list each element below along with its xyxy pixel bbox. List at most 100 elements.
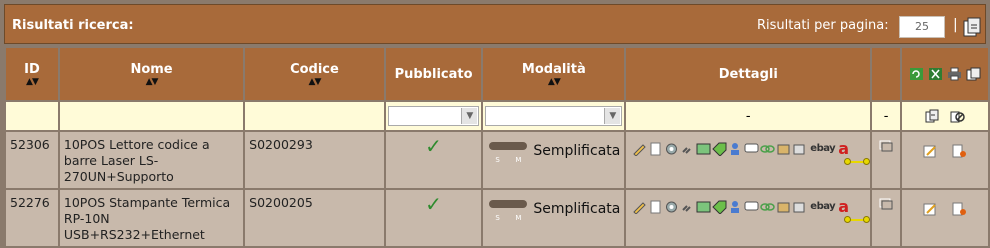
- chain-icon[interactable]: [760, 200, 776, 214]
- row-code: S0200293: [245, 132, 384, 188]
- chevron-down-icon: ▼: [604, 108, 621, 124]
- row-extra: [872, 132, 900, 188]
- export-icon[interactable]: [963, 17, 981, 37]
- column-header-code[interactable]: Codice ▲▼: [245, 48, 384, 100]
- header-separator: |: [953, 17, 958, 33]
- table-row[interactable]: 52306 10POS Lettore codice a barre Laser…: [6, 132, 988, 188]
- column-label: Pubblicato: [394, 66, 473, 82]
- column-label: Codice: [290, 61, 339, 77]
- row-actions: [901, 132, 988, 188]
- delete-icon[interactable]: [952, 202, 967, 216]
- comment-icon[interactable]: [744, 142, 759, 156]
- pencil-icon[interactable]: [632, 142, 647, 156]
- mode-toggle[interactable]: S M: [489, 140, 528, 164]
- box-icon[interactable]: [776, 142, 791, 156]
- column-label: Modalità: [521, 61, 586, 77]
- row-details: ebay a: [626, 132, 871, 188]
- row-actions: [901, 190, 988, 246]
- row-published: ✓: [385, 132, 482, 188]
- image-icon[interactable]: [696, 200, 711, 214]
- amazon-link-indicator: [844, 158, 871, 166]
- puzzle-icon[interactable]: [792, 200, 807, 214]
- row-id: 52276: [6, 190, 58, 246]
- edit-icon[interactable]: [923, 202, 938, 216]
- sort-arrows-icon[interactable]: ▲▼: [483, 77, 624, 87]
- filter-published-cell: ▼: [385, 102, 482, 130]
- published-check-icon: ✓: [425, 134, 442, 158]
- pencil-icon[interactable]: [632, 200, 647, 214]
- row-id: 52306: [6, 132, 58, 188]
- column-label: ID: [24, 61, 40, 77]
- sort-arrows-icon[interactable]: ▲▼: [60, 77, 243, 87]
- column-header-blank: [872, 48, 900, 100]
- column-header-details: Dettagli: [626, 48, 871, 100]
- ebay-icon[interactable]: ebay: [810, 141, 835, 157]
- row-name: 10POS Lettore codice a barre Laser LS-27…: [59, 132, 244, 188]
- table-header-row: ID ▲▼ Nome ▲▼ Codice ▲▼ Pubblicato Modal…: [6, 48, 988, 100]
- column-label: Dettagli: [718, 66, 778, 82]
- chain-icon[interactable]: [760, 142, 776, 156]
- results-title: Risultati ricerca:: [12, 18, 134, 33]
- clear-filter-icon[interactable]: [950, 109, 965, 123]
- sort-arrows-icon[interactable]: ▲▼: [6, 77, 58, 87]
- filter-mode-cell: ▼: [483, 102, 625, 130]
- puzzle-icon[interactable]: [792, 142, 807, 156]
- print-icon[interactable]: [947, 67, 962, 81]
- row-mode: S M Semplificata: [483, 132, 625, 188]
- amazon-icon[interactable]: a: [838, 141, 849, 157]
- filter-details-cell: -: [626, 102, 871, 130]
- delete-icon[interactable]: [952, 144, 967, 158]
- filter-mode-select[interactable]: ▼: [485, 106, 623, 126]
- table-row[interactable]: 52276 10POS Stampante Termica RP-10N USB…: [6, 190, 988, 246]
- filter-id-input[interactable]: [6, 102, 58, 130]
- search-filter-icon[interactable]: [925, 109, 940, 123]
- column-header-mode[interactable]: Modalità ▲▼: [483, 48, 625, 100]
- filter-published-select[interactable]: ▼: [387, 106, 480, 126]
- image-icon[interactable]: [696, 142, 711, 156]
- duplicate-icon[interactable]: [879, 140, 893, 152]
- document-icon[interactable]: [648, 142, 663, 156]
- column-header-actions: [901, 48, 988, 100]
- search-results-panel: Risultati ricerca: Risultati per pagina:…: [0, 0, 990, 248]
- filter-extra-cell: -: [872, 102, 900, 130]
- comment-icon[interactable]: [744, 200, 759, 214]
- chevron-down-icon: ▼: [461, 108, 478, 124]
- filter-name-input[interactable]: [59, 102, 244, 130]
- results-per-page-label: Risultati per pagina:: [757, 18, 889, 33]
- toggle-label-right: M: [515, 156, 522, 164]
- row-details: ebay a: [626, 190, 871, 246]
- column-header-published: Pubblicato: [385, 48, 482, 100]
- column-header-id[interactable]: ID ▲▼: [6, 48, 58, 100]
- results-per-page-input[interactable]: 25: [899, 16, 945, 38]
- ebay-icon[interactable]: ebay: [810, 199, 835, 215]
- gear-icon[interactable]: [664, 142, 679, 156]
- row-published: ✓: [385, 190, 482, 246]
- amazon-icon[interactable]: a: [838, 199, 849, 215]
- column-header-name[interactable]: Nome ▲▼: [59, 48, 244, 100]
- row-name: 10POS Stampante Termica RP-10N USB+RS232…: [59, 190, 244, 246]
- document-icon[interactable]: [648, 200, 663, 214]
- sort-arrows-icon[interactable]: ▲▼: [245, 77, 384, 87]
- results-table: ID ▲▼ Nome ▲▼ Codice ▲▼ Pubblicato Modal…: [4, 46, 990, 248]
- excel-export-icon[interactable]: [928, 67, 943, 81]
- link-icon[interactable]: [680, 200, 695, 214]
- duplicate-icon[interactable]: [879, 198, 893, 210]
- mode-label: Semplificata: [533, 143, 621, 159]
- filter-code-input[interactable]: [245, 102, 384, 130]
- mode-toggle[interactable]: S M: [489, 198, 528, 222]
- refresh-icon[interactable]: [909, 67, 924, 81]
- filter-row: ▼ ▼ - -: [6, 102, 988, 130]
- link-icon[interactable]: [680, 142, 695, 156]
- amazon-link-indicator: [844, 216, 871, 224]
- tag-icon[interactable]: [712, 142, 727, 156]
- user-icon[interactable]: [728, 200, 743, 214]
- gear-icon[interactable]: [664, 200, 679, 214]
- tag-icon[interactable]: [712, 200, 727, 214]
- edit-icon[interactable]: [923, 144, 938, 158]
- copy-icon[interactable]: [966, 67, 981, 81]
- user-icon[interactable]: [728, 142, 743, 156]
- box-icon[interactable]: [776, 200, 791, 214]
- toggle-label-right: M: [515, 214, 522, 222]
- toggle-label-left: S: [495, 214, 500, 222]
- filter-actions-cell: [901, 102, 988, 130]
